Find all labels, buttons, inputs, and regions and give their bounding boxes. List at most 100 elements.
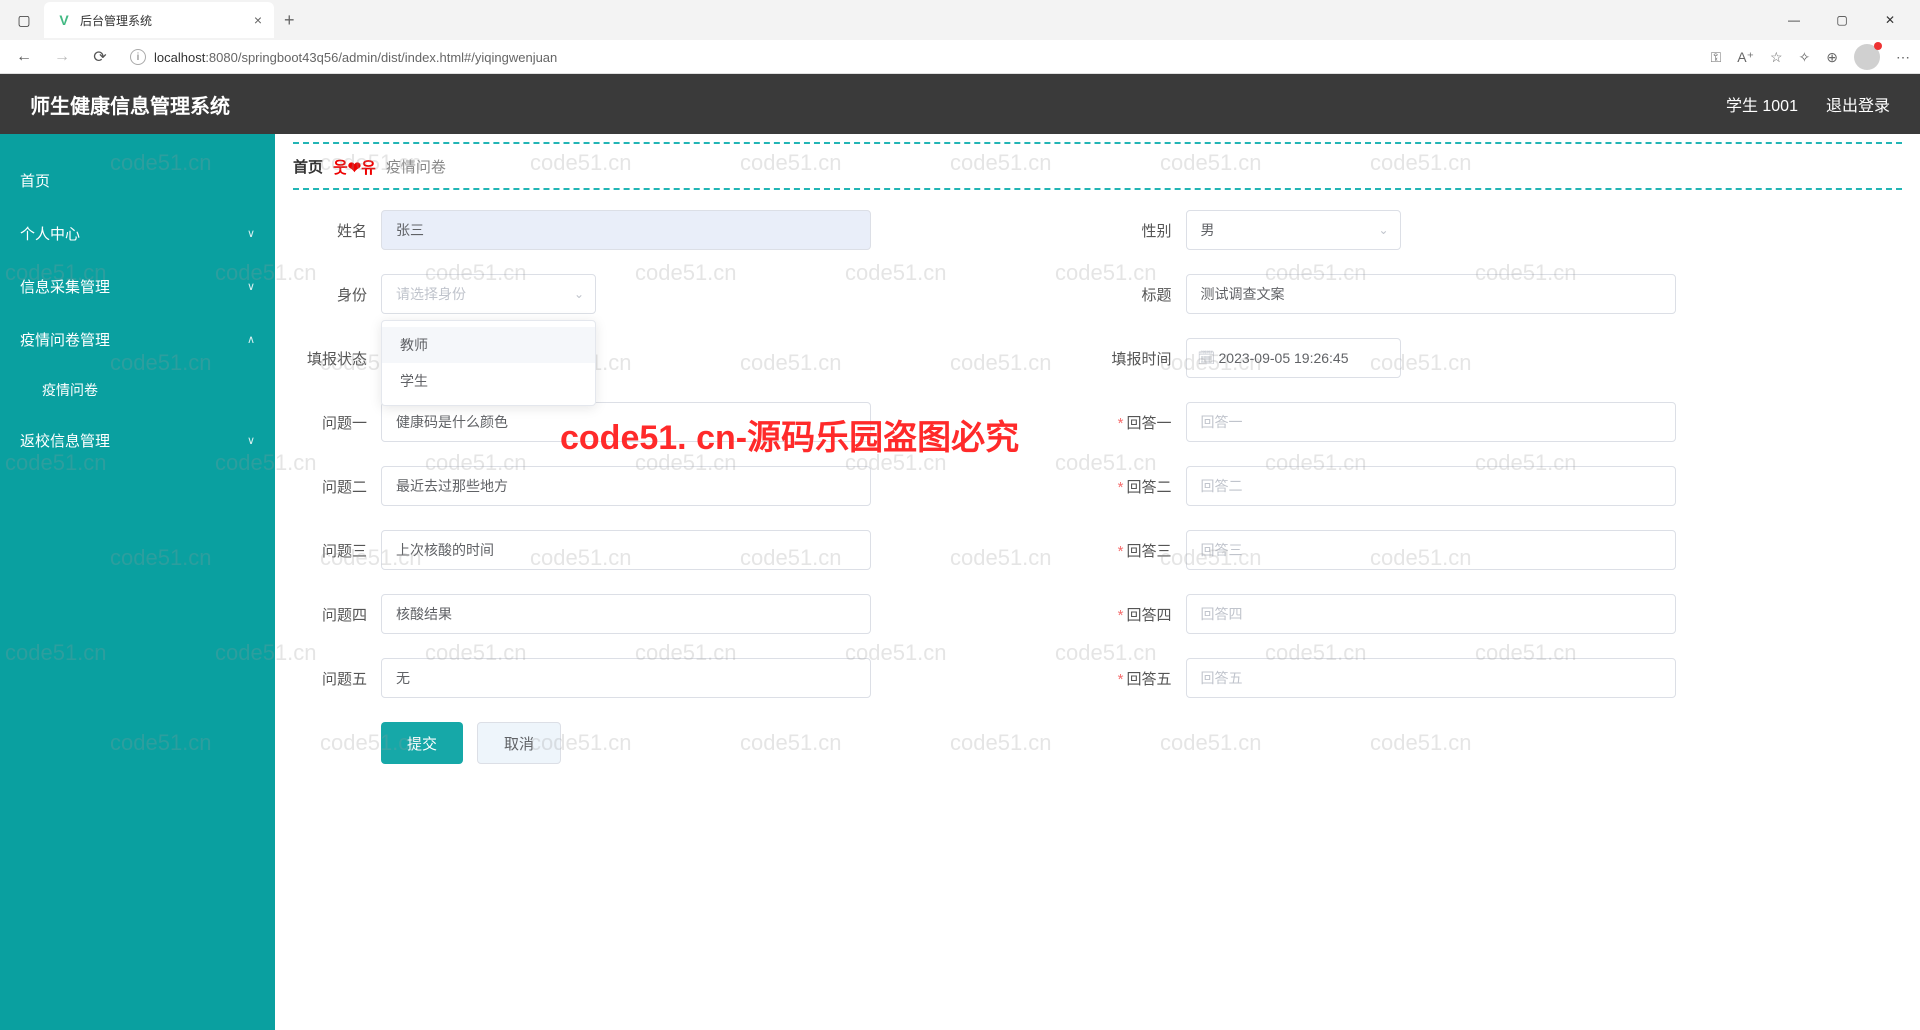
q2-input[interactable] [381,466,871,506]
tabs-button[interactable]: ▢ [8,4,40,36]
q4-label: 问题四 [293,604,381,625]
title-input[interactable] [1186,274,1676,314]
submit-button[interactable]: 提交 [381,722,463,764]
sidebar-item-label: 信息采集管理 [20,276,110,297]
identity-dropdown: 教师 学生 [381,320,596,406]
user-label[interactable]: 学生 1001 [1726,92,1798,116]
a2-input[interactable] [1186,466,1676,506]
form-row: 问题一 *回答一 [293,402,1902,442]
a4-label: *回答四 [1098,604,1186,625]
sidebar-sub-questionnaire[interactable]: 疫情问卷 [0,366,275,414]
sidebar-item-label: 疫情问卷管理 [20,329,110,350]
collections-icon[interactable]: ⊕ [1826,49,1838,66]
sidebar-item-home[interactable]: 首页 [0,154,275,207]
time-input[interactable] [1186,338,1401,378]
close-window-button[interactable]: ✕ [1868,4,1912,36]
a5-input[interactable] [1186,658,1676,698]
profile-button[interactable] [1854,44,1880,70]
sidebar-item-info-collect[interactable]: 信息采集管理 ∨ [0,260,275,313]
app: 师生健康信息管理系统 学生 1001 退出登录 首页 个人中心 ∨ 信息采集管理 ∨… [0,74,1920,1030]
form-row: 问题五 *回答五 [293,658,1902,698]
q3-label: 问题三 [293,540,381,561]
a3-label: *回答三 [1098,540,1186,561]
browser-chrome: ▢ V 后台管理系统 × + — ▢ ✕ ← → ⟳ i localhost:8… [0,0,1920,74]
time-label: 填报时间 [1098,348,1186,369]
refresh-button[interactable]: ⟳ [86,43,114,71]
name-input[interactable] [381,210,871,250]
q5-label: 问题五 [293,668,381,689]
a3-input[interactable] [1186,530,1676,570]
a5-label: *回答五 [1098,668,1186,689]
form-row: 问题二 *回答二 [293,466,1902,506]
form-row: 问题四 *回答四 [293,594,1902,634]
q3-input[interactable] [381,530,871,570]
gender-label: 性别 [1098,220,1186,241]
tab-title: 后台管理系统 [80,12,246,29]
chevron-up-icon: ∧ [247,333,255,346]
sidebar: 首页 个人中心 ∨ 信息采集管理 ∨ 疫情问卷管理 ∧ 疫情问卷 返校信息管理 ∨ [0,134,275,1030]
a1-label: *回答一 [1098,412,1186,433]
dropdown-option-teacher[interactable]: 教师 [382,327,595,363]
identity-select[interactable] [381,274,596,314]
identity-label: 身份 [293,284,381,305]
forward-button[interactable]: → [48,43,76,71]
sidebar-item-profile[interactable]: 个人中心 ∨ [0,207,275,260]
chevron-down-icon: ∨ [247,280,255,293]
sidebar-item-questionnaire[interactable]: 疫情问卷管理 ∧ [0,313,275,366]
more-icon[interactable]: ⋯ [1896,49,1910,66]
title-label: 标题 [1098,284,1186,305]
q5-input[interactable] [381,658,871,698]
form-row: 身份 ⌄ 教师 学生 ↖ 标题 [293,274,1902,314]
chevron-down-icon: ∨ [247,434,255,447]
top-bar: 师生健康信息管理系统 学生 1001 退出登录 [0,74,1920,134]
back-button[interactable]: ← [10,43,38,71]
main-body: 首页 个人中心 ∨ 信息采集管理 ∨ 疫情问卷管理 ∧ 疫情问卷 返校信息管理 ∨ 首页… [0,134,1920,1030]
sidebar-item-label: 返校信息管理 [20,430,110,451]
status-label: 填报状态 [293,348,381,369]
chevron-down-icon: ∨ [247,227,255,240]
breadcrumb-mid-icon: 웃❤유 [333,154,376,178]
url-box[interactable]: i localhost:8080/springboot43q56/admin/d… [124,43,1701,71]
minimize-button[interactable]: — [1772,4,1816,36]
tab-bar: ▢ V 后台管理系统 × + — ▢ ✕ [0,0,1920,40]
a2-label: *回答二 [1098,476,1186,497]
breadcrumb: 首页 웃❤유 疫情问卷 [293,142,1902,190]
content: 首页 웃❤유 疫情问卷 姓名 性别 ⌄ [275,134,1920,1030]
logout-link[interactable]: 退出登录 [1826,92,1890,116]
top-right: 学生 1001 退出登录 [1726,92,1890,116]
gender-select[interactable] [1186,210,1401,250]
a1-input[interactable] [1186,402,1676,442]
a4-input[interactable] [1186,594,1676,634]
form-row: 问题三 *回答三 [293,530,1902,570]
dropdown-option-student[interactable]: 学生 [382,363,595,399]
site-info-icon[interactable]: i [130,49,146,65]
extensions-icon[interactable]: ✧ [1799,49,1811,66]
breadcrumb-home[interactable]: 首页 [293,156,323,177]
form-row: 姓名 性别 ⌄ [293,210,1902,250]
url-text: localhost:8080/springboot43q56/admin/dis… [154,50,557,65]
read-aloud-icon[interactable]: A⁺ [1737,49,1754,66]
q4-input[interactable] [381,594,871,634]
close-tab-icon[interactable]: × [254,12,262,28]
favorite-icon[interactable]: ☆ [1770,49,1783,66]
system-title: 师生健康信息管理系统 [30,90,230,119]
address-icons: ⚿ A⁺ ☆ ✧ ⊕ ⋯ [1711,44,1910,70]
new-tab-button[interactable]: + [284,10,295,31]
q2-label: 问题二 [293,476,381,497]
breadcrumb-page: 疫情问卷 [386,156,446,177]
sidebar-item-return-school[interactable]: 返校信息管理 ∨ [0,414,275,467]
favicon-icon: V [56,12,72,28]
sidebar-item-label: 首页 [20,170,50,191]
button-row: 提交 取消 [293,722,1902,764]
name-label: 姓名 [293,220,381,241]
q1-input[interactable] [381,402,871,442]
key-icon[interactable]: ⚿ [1711,49,1722,66]
browser-tab[interactable]: V 后台管理系统 × [44,2,274,38]
maximize-button[interactable]: ▢ [1820,4,1864,36]
cancel-button[interactable]: 取消 [477,722,561,764]
address-bar: ← → ⟳ i localhost:8080/springboot43q56/a… [0,40,1920,74]
form: 姓名 性别 ⌄ 身份 [293,190,1902,764]
window-controls: — ▢ ✕ [1772,4,1920,36]
q1-label: 问题一 [293,412,381,433]
sidebar-item-label: 个人中心 [20,223,80,244]
